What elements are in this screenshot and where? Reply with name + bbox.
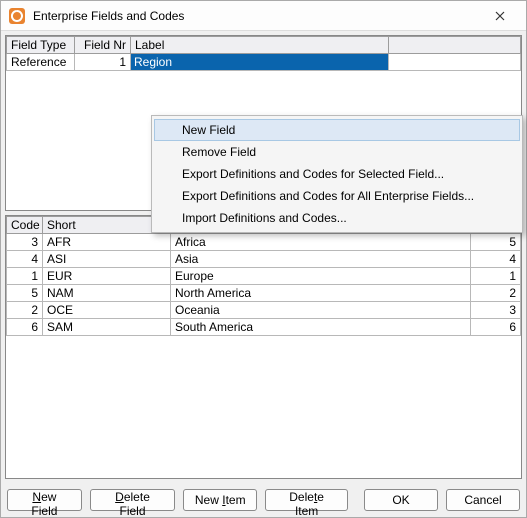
dialog-window: Enterprise Fields and Codes Field Type F… xyxy=(0,0,527,518)
cell-short[interactable]: SAM xyxy=(43,319,171,336)
menu-item-remove-field[interactable]: Remove Field xyxy=(154,141,520,163)
table-row[interactable]: 3AFRAfrica5 xyxy=(7,234,521,251)
cell-extra[interactable]: 3 xyxy=(471,302,521,319)
table-row[interactable]: 4ASIAsia4 xyxy=(7,251,521,268)
cell-desc[interactable]: Oceania xyxy=(171,302,471,319)
cell-code[interactable]: 2 xyxy=(7,302,43,319)
close-button[interactable] xyxy=(478,2,522,30)
new-item-button[interactable]: New Item xyxy=(183,489,257,511)
cell-label[interactable] xyxy=(131,54,389,71)
codes-pane: Code Short 3AFRAfrica54ASIAsia41EUREurop… xyxy=(5,215,522,479)
menu-item-export-selected[interactable]: Export Definitions and Codes for Selecte… xyxy=(154,163,520,185)
cell-extra[interactable]: 2 xyxy=(471,285,521,302)
table-row[interactable]: 1EUREurope1 xyxy=(7,268,521,285)
context-menu[interactable]: New Field Remove Field Export Definition… xyxy=(151,115,523,233)
cell-extra[interactable]: 6 xyxy=(471,319,521,336)
titlebar: Enterprise Fields and Codes xyxy=(1,1,526,31)
cell-short[interactable]: NAM xyxy=(43,285,171,302)
codes-table[interactable]: Code Short 3AFRAfrica54ASIAsia41EUREurop… xyxy=(6,216,521,336)
cell-short[interactable]: OCE xyxy=(43,302,171,319)
cell-short[interactable]: AFR xyxy=(43,234,171,251)
cell-short[interactable]: EUR xyxy=(43,268,171,285)
menu-item-import[interactable]: Import Definitions and Codes... xyxy=(154,207,520,229)
cell-extra[interactable]: 5 xyxy=(471,234,521,251)
fields-row[interactable]: Reference 1 xyxy=(7,54,521,71)
cell-extra[interactable]: 4 xyxy=(471,251,521,268)
delete-field-button[interactable]: Delete Field xyxy=(90,489,175,511)
new-field-button[interactable]: New Field xyxy=(7,489,82,511)
cancel-button[interactable]: Cancel xyxy=(446,489,520,511)
col-field-nr[interactable]: Field Nr xyxy=(75,37,131,54)
col-code[interactable]: Code xyxy=(7,217,43,234)
table-row[interactable]: 5NAMNorth America2 xyxy=(7,285,521,302)
cell-desc[interactable]: Asia xyxy=(171,251,471,268)
cell-code[interactable]: 3 xyxy=(7,234,43,251)
window-title: Enterprise Fields and Codes xyxy=(33,9,478,23)
content-area: Field Type Field Nr Label Reference 1 xyxy=(1,31,526,483)
ok-button[interactable]: OK xyxy=(364,489,438,511)
fields-header-row: Field Type Field Nr Label xyxy=(7,37,521,54)
label-input[interactable] xyxy=(131,54,388,70)
cell-code[interactable]: 4 xyxy=(7,251,43,268)
table-row[interactable]: 2OCEOceania3 xyxy=(7,302,521,319)
cell-desc[interactable]: North America xyxy=(171,285,471,302)
cell-short[interactable]: ASI xyxy=(43,251,171,268)
cell-field-type[interactable]: Reference xyxy=(7,54,75,71)
cell-code[interactable]: 5 xyxy=(7,285,43,302)
col-label[interactable]: Label xyxy=(131,37,389,54)
menu-item-export-all[interactable]: Export Definitions and Codes for All Ent… xyxy=(154,185,520,207)
app-icon xyxy=(9,8,25,24)
delete-item-button[interactable]: Delete Item xyxy=(265,489,348,511)
col-filler xyxy=(389,37,521,54)
cell-field-nr[interactable]: 1 xyxy=(75,54,131,71)
col-field-type[interactable]: Field Type xyxy=(7,37,75,54)
cell-desc[interactable]: Africa xyxy=(171,234,471,251)
fields-table[interactable]: Field Type Field Nr Label Reference 1 xyxy=(6,36,521,71)
table-row[interactable]: 6SAMSouth America6 xyxy=(7,319,521,336)
cell-code[interactable]: 1 xyxy=(7,268,43,285)
cell-code[interactable]: 6 xyxy=(7,319,43,336)
cell-extra[interactable]: 1 xyxy=(471,268,521,285)
button-row: New Field Delete Field New Item Delete I… xyxy=(1,483,526,517)
cell-desc[interactable]: Europe xyxy=(171,268,471,285)
cell-desc[interactable]: South America xyxy=(171,319,471,336)
close-icon xyxy=(495,11,505,21)
menu-item-new-field[interactable]: New Field xyxy=(154,119,520,141)
